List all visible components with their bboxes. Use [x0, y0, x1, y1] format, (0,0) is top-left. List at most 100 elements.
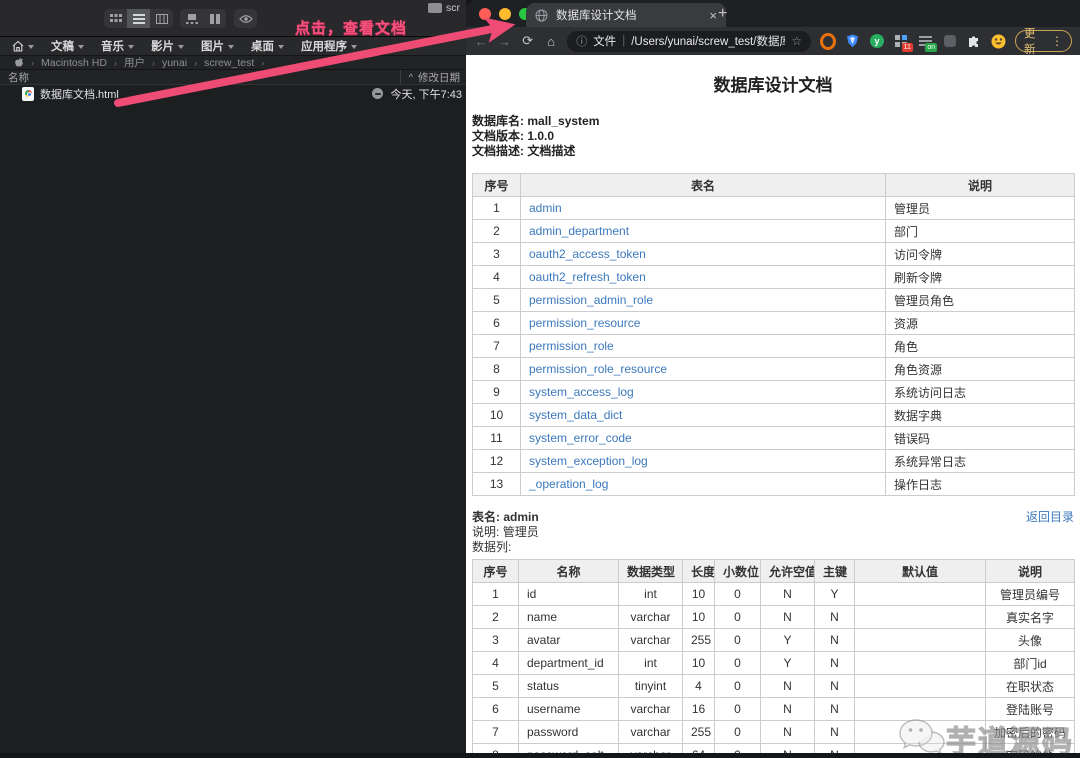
table-row: 13 _operation_log 操作日志 [472, 472, 1075, 496]
reload-button[interactable]: ⟳ [521, 33, 535, 49]
toc-cell-num: 6 [472, 311, 521, 335]
extension-emoji-icon[interactable] [991, 33, 1006, 49]
columns-cell: id [518, 582, 619, 606]
table-row: 5 permission_admin_role 管理员角色 [472, 288, 1075, 312]
columns-cell: department_id [518, 651, 619, 675]
breadcrumb-item[interactable]: 用户 [124, 55, 145, 70]
gallery-segmented-control[interactable] [180, 9, 226, 28]
table-link[interactable]: permission_resource [529, 316, 640, 330]
browser-menu-icon[interactable]: ⋮ [1051, 34, 1063, 48]
columns-table: 序号 名称 数据类型 长度 小数位 允许空值 主键 默认值 说明 1 id int 1… [472, 559, 1075, 753]
columns-cell: Y [760, 628, 815, 652]
breadcrumb-item[interactable]: Macintosh HD [41, 57, 107, 69]
extension-list-icon[interactable]: on [918, 33, 938, 52]
table-link[interactable]: oauth2_access_token [529, 247, 646, 261]
page-info-icon[interactable]: ⓘ [576, 33, 587, 49]
tab-close-icon[interactable]: × [709, 8, 717, 23]
breadcrumb: › Macintosh HD › 用户 › yunai › screw_test › [0, 56, 466, 70]
columns-cell: N [760, 605, 815, 629]
columns-cell: 3 [472, 628, 519, 652]
columns-cell: 2 [472, 605, 519, 629]
columns-cell: 0 [714, 605, 761, 629]
finder-menu-item[interactable]: 图片 [201, 38, 234, 54]
home-button[interactable]: ⌂ [544, 34, 558, 49]
table-row: 2 name varchar 10 0 N N 真实名字 [472, 605, 1075, 629]
group-view-button[interactable] [203, 9, 226, 28]
extension-gray-icon[interactable] [942, 33, 957, 49]
list-view-button[interactable] [127, 9, 150, 28]
finder-menu-item[interactable]: 应用程序 [301, 38, 357, 54]
chevron-down-icon [178, 44, 184, 49]
toc-cell-desc: 刷新令牌 [885, 265, 1075, 289]
toc-cell-table: permission_admin_role [520, 288, 886, 312]
address-bar[interactable]: ⓘ 文件 | /Users/yunai/screw_test/数据库... ☆ [567, 30, 812, 52]
back-to-toc-link[interactable]: 返回目录 [1026, 510, 1074, 525]
view-mode-segmented-control[interactable] [104, 9, 173, 28]
date-column-header[interactable]: ^ 修改日期 [399, 70, 460, 84]
bookmark-star-icon[interactable]: ☆ [791, 34, 802, 48]
finder-menu-item[interactable]: 桌面 [251, 38, 284, 54]
table-link[interactable]: system_access_log [529, 385, 634, 399]
columns-label-line: 数据列: [472, 540, 512, 554]
icon-view-button[interactable] [104, 9, 127, 28]
table-link[interactable]: permission_role [529, 339, 614, 353]
eye-icon[interactable] [234, 9, 257, 28]
finder-menu-item[interactable]: 影片 [151, 38, 184, 54]
back-button[interactable]: ← [474, 34, 488, 49]
table-link[interactable]: _operation_log [529, 477, 608, 491]
toc-header-table: 表名 [520, 173, 886, 197]
browser-tab[interactable]: 数据库设计文档 × [526, 3, 726, 27]
toc-cell-num: 7 [472, 334, 521, 358]
extensions-puzzle-icon[interactable] [966, 33, 981, 49]
columns-cell: 16 [682, 697, 715, 721]
minimize-window-button[interactable] [499, 8, 511, 20]
columns-cell [854, 628, 986, 652]
chevron-down-icon [351, 44, 357, 49]
columns-cell: 登陆账号 [985, 697, 1075, 721]
gallery-view-button[interactable] [180, 9, 203, 28]
table-row: 7 password varchar 255 0 N N 加密后的密码 [472, 720, 1075, 744]
columns-cell: name [518, 605, 619, 629]
file-row[interactable]: 数据库文档.html 今天, 下午7:43 [0, 85, 466, 102]
home-menu-item[interactable] [12, 40, 34, 52]
extension-green-circle-icon[interactable]: y [869, 33, 885, 49]
forward-button[interactable]: → [497, 34, 511, 49]
quicklook-control[interactable] [234, 9, 257, 28]
toc-cell-desc: 角色 [885, 334, 1075, 358]
name-column-header[interactable]: 名称 [0, 70, 29, 85]
columns-header-row: 序号 名称 数据类型 长度 小数位 允许空值 主键 默认值 说明 [472, 559, 1075, 583]
table-link[interactable]: admin_department [529, 224, 629, 238]
column-view-button[interactable] [150, 9, 173, 28]
browser-window: 数据库设计文档 × + ← → ⟳ ⌂ ⓘ 文件 | /Users/yunai/… [466, 0, 1080, 753]
breadcrumb-item[interactable]: screw_test [204, 57, 254, 69]
table-link[interactable]: system_data_dict [529, 408, 622, 422]
columns-cell: password [518, 720, 619, 744]
columns-cell: 255 [682, 628, 715, 652]
table-link[interactable]: oauth2_refresh_token [529, 270, 646, 284]
file-name: 数据库文档.html [40, 88, 119, 101]
finder-menu-item[interactable]: 音乐 [101, 38, 134, 54]
toc-cell-desc: 管理员角色 [885, 288, 1075, 312]
table-link[interactable]: permission_admin_role [529, 293, 653, 307]
new-tab-button[interactable]: + [718, 5, 727, 23]
breadcrumb-item[interactable]: yunai [162, 57, 187, 69]
columns-cell: N [814, 743, 855, 753]
address-text[interactable]: /Users/yunai/screw_test/数据库... [631, 33, 785, 49]
table-row: 9 system_access_log 系统访问日志 [472, 380, 1075, 404]
extension-grid-icon[interactable]: 11 [894, 33, 913, 52]
extension-orange-ring-icon[interactable] [820, 32, 837, 50]
desktop-file-shortcut[interactable]: scr [428, 2, 460, 14]
table-link[interactable]: system_error_code [529, 431, 632, 445]
columns-cell: 0 [714, 582, 761, 606]
chevron-down-icon [228, 44, 234, 49]
table-link[interactable]: admin [529, 201, 562, 215]
close-window-button[interactable] [479, 8, 491, 20]
update-button[interactable]: 更新 ⋮ [1014, 28, 1073, 56]
extension-shield-icon[interactable] [845, 33, 860, 49]
table-link[interactable]: permission_role_resource [529, 362, 667, 376]
toc-cell-num: 5 [472, 288, 521, 312]
columns-cell: N [760, 697, 815, 721]
finder-menu-item[interactable]: 文稿 [51, 38, 84, 54]
table-link[interactable]: system_exception_log [529, 454, 648, 468]
columns-cell: 8 [472, 743, 519, 753]
